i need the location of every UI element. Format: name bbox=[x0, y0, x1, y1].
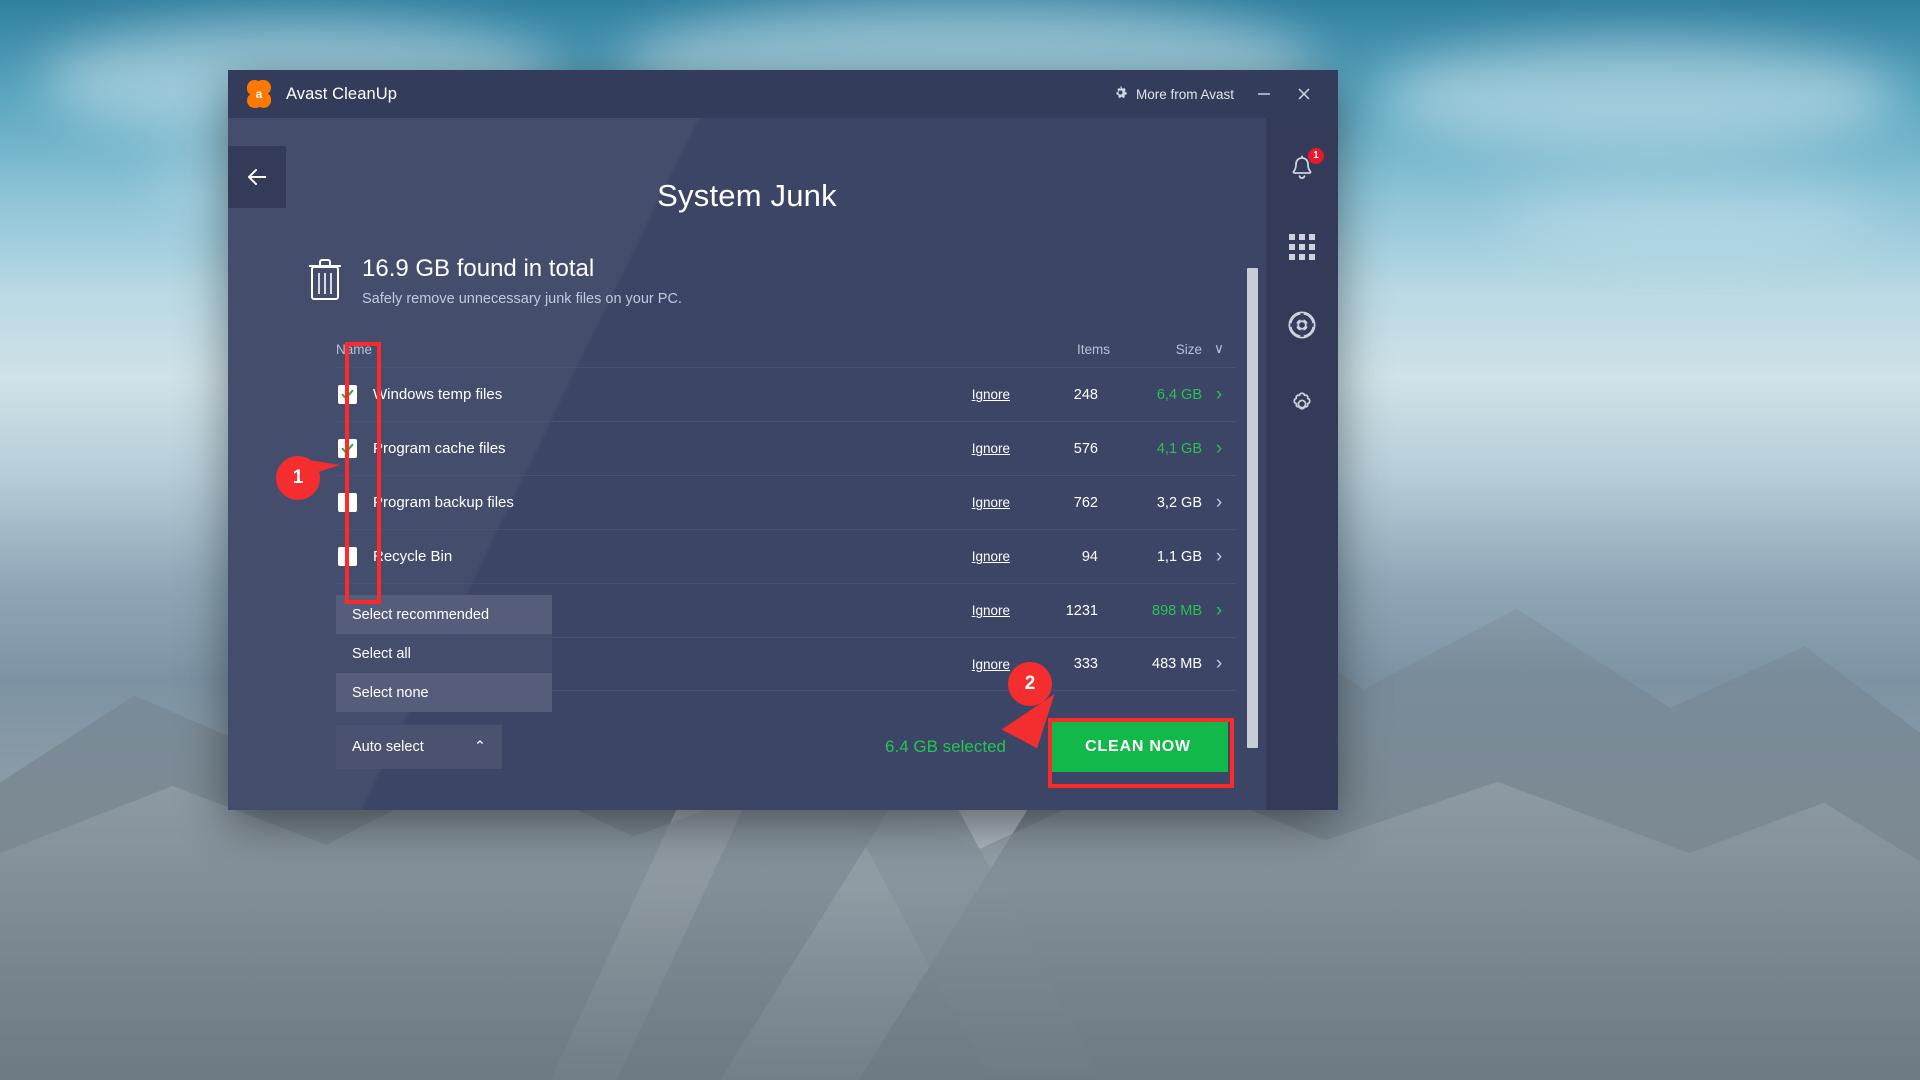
row-checkbox[interactable] bbox=[338, 385, 357, 405]
window-title-bar: a Avast CleanUp More from Avast bbox=[228, 70, 1338, 118]
content-scrollbar[interactable] bbox=[1247, 268, 1258, 748]
row-ignore-link[interactable]: Ignore bbox=[972, 657, 1010, 672]
row-detail-chevron-icon[interactable]: › bbox=[1202, 546, 1236, 568]
avast-cleanup-window: a Avast CleanUp More from Avast System J… bbox=[228, 70, 1338, 810]
row-size: 483 MB bbox=[1152, 656, 1202, 673]
row-items-count: 94 bbox=[1081, 548, 1098, 565]
row-detail-chevron-icon[interactable]: › bbox=[1202, 600, 1236, 622]
app-grid-dots bbox=[1289, 234, 1315, 260]
row-size: 6,4 GB bbox=[1156, 386, 1202, 403]
titlebar-controls: More from Avast bbox=[1103, 77, 1324, 111]
row-ignore-link[interactable]: Ignore bbox=[972, 603, 1010, 618]
right-sidebar: 1 bbox=[1266, 118, 1338, 810]
row-detail-chevron-icon[interactable]: › bbox=[1202, 384, 1236, 406]
summary-block: 16.9 GB found in total Safely remove unn… bbox=[306, 255, 1266, 308]
auto-select-label: Auto select bbox=[352, 739, 424, 755]
sort-chevron-icon[interactable]: ∨ bbox=[1202, 341, 1236, 357]
column-header-name: Name bbox=[336, 341, 373, 357]
app-grid-icon[interactable] bbox=[1285, 230, 1319, 264]
row-size: 1,1 GB bbox=[1156, 548, 1202, 565]
row-detail-chevron-icon[interactable]: › bbox=[1202, 492, 1236, 514]
annotation-callout-2-label: 2 bbox=[1008, 662, 1052, 706]
row-ignore-link[interactable]: Ignore bbox=[972, 387, 1010, 402]
row-items-count: 576 bbox=[1073, 440, 1098, 457]
summary-text: 16.9 GB found in total Safely remove unn… bbox=[362, 255, 682, 308]
minimize-button[interactable] bbox=[1244, 77, 1284, 111]
row-items-count: 762 bbox=[1073, 494, 1098, 511]
annotation-callout-1-label: 1 bbox=[276, 456, 320, 500]
row-detail-chevron-icon[interactable]: › bbox=[1202, 653, 1236, 675]
avast-small-icon bbox=[1113, 85, 1128, 103]
row-checkbox[interactable] bbox=[338, 439, 357, 459]
row-name: Windows temp files bbox=[373, 386, 503, 404]
bottom-bar: Auto select ⌃ 6.4 GB selected CLEAN NOW bbox=[228, 712, 1266, 782]
row-name: Program cache files bbox=[373, 440, 506, 458]
scrollbar-thumb[interactable] bbox=[1247, 268, 1258, 748]
avast-logo-icon: a bbox=[246, 80, 272, 108]
row-checkbox[interactable] bbox=[338, 493, 357, 513]
row-detail-chevron-icon[interactable]: › bbox=[1202, 438, 1236, 460]
row-size: 898 MB bbox=[1152, 602, 1202, 619]
chevron-up-icon: ⌃ bbox=[473, 739, 486, 755]
selected-size-text: 6.4 GB selected bbox=[885, 737, 1006, 756]
column-header-items: Items bbox=[1076, 341, 1110, 357]
cloud-decoration bbox=[1380, 40, 1900, 150]
annotation-callout-2: 2 bbox=[1001, 662, 1064, 749]
back-arrow-icon bbox=[248, 169, 266, 185]
auto-select-menu-item[interactable]: Select recommended bbox=[336, 595, 552, 634]
summary-heading: 16.9 GB found in total bbox=[362, 255, 595, 282]
row-name: Recycle Bin bbox=[373, 548, 453, 566]
support-icon[interactable] bbox=[1285, 308, 1319, 342]
summary-subtitle: Safely remove unnecessary junk files on … bbox=[362, 291, 682, 308]
main-content: System Junk 16.9 GB found in total Safel… bbox=[228, 118, 1266, 810]
window-body: System Junk 16.9 GB found in total Safel… bbox=[228, 118, 1338, 810]
row-items-count: 248 bbox=[1073, 386, 1098, 403]
row-checkbox[interactable] bbox=[338, 547, 357, 567]
table-header-row: Name Items Size ∨ bbox=[336, 341, 1236, 367]
page-title: System Junk bbox=[657, 178, 837, 213]
back-button[interactable] bbox=[228, 146, 286, 208]
desktop-wallpaper: a Avast CleanUp More from Avast System J… bbox=[0, 0, 1920, 1080]
avast-logo-letter: a bbox=[255, 87, 263, 101]
annotation-callout-1: 1 bbox=[276, 456, 340, 500]
table-row[interactable]: Recycle Bin Ignore 94 1,1 GB › bbox=[336, 529, 1236, 583]
cloud-decoration bbox=[1500, 180, 1880, 250]
column-header-size[interactable]: Size bbox=[1110, 342, 1202, 357]
trash-icon bbox=[306, 256, 344, 307]
row-ignore-link[interactable]: Ignore bbox=[972, 549, 1010, 564]
table-row[interactable]: Program backup files Ignore 762 3,2 GB › bbox=[336, 475, 1236, 529]
close-button[interactable] bbox=[1284, 77, 1324, 111]
auto-select-button[interactable]: Auto select ⌃ bbox=[336, 725, 502, 769]
clean-now-button[interactable]: CLEAN NOW bbox=[1048, 722, 1228, 772]
gear-icon[interactable] bbox=[1285, 386, 1319, 420]
auto-select-menu-item[interactable]: Select none bbox=[336, 673, 552, 712]
auto-select-menu-item[interactable]: Select all bbox=[336, 634, 552, 673]
app-title: Avast CleanUp bbox=[286, 84, 398, 103]
row-ignore-link[interactable]: Ignore bbox=[972, 495, 1010, 510]
notifications-bell-icon[interactable]: 1 bbox=[1285, 148, 1324, 186]
row-items-count: 1231 bbox=[1065, 602, 1098, 619]
row-ignore-link[interactable]: Ignore bbox=[972, 441, 1010, 456]
table-row[interactable]: Program cache files Ignore 576 4,1 GB › bbox=[336, 421, 1236, 475]
table-row[interactable]: Windows temp files Ignore 248 6,4 GB › bbox=[336, 367, 1236, 421]
more-from-avast-label: More from Avast bbox=[1135, 86, 1234, 102]
auto-select-menu: Select recommended Select all Select none bbox=[336, 595, 552, 712]
more-from-avast-button[interactable]: More from Avast bbox=[1103, 79, 1244, 109]
notification-badge: 1 bbox=[1308, 148, 1324, 164]
row-size: 4,1 GB bbox=[1156, 440, 1202, 457]
row-size: 3,2 GB bbox=[1156, 494, 1202, 511]
row-name: Program backup files bbox=[373, 494, 514, 512]
